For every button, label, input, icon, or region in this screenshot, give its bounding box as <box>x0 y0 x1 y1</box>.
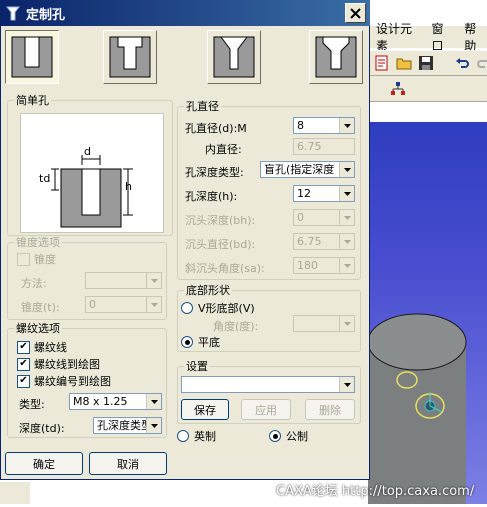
counterbore-countersink-hole-icon <box>315 36 357 78</box>
taper-value-label: 锥度(t): <box>21 301 60 314</box>
menu-bar: 设计元素 窗口 帮助 <box>368 22 487 53</box>
hole-diameter-label: 孔直径(d):M <box>185 122 247 135</box>
thread-depth-select[interactable]: 孔深度类型 <box>93 417 162 434</box>
counterbore-depth-select[interactable]: 0 <box>293 209 355 226</box>
depth-type-select[interactable]: 盲孔(指定深度 <box>260 161 355 178</box>
menu-help[interactable]: 帮助 <box>464 20 487 54</box>
countersink-angle-select[interactable]: 180 <box>293 257 355 274</box>
bottom-angle-select[interactable] <box>293 315 355 332</box>
taper-checkbox[interactable]: 锥度 <box>17 251 56 267</box>
thread-type-label: 类型: <box>19 398 45 411</box>
hole-type-counterbore-countersink-button[interactable] <box>309 30 363 84</box>
simple-hole-icon <box>11 36 53 78</box>
menu-window[interactable]: 窗口 <box>432 20 455 54</box>
v-bottom-radio[interactable]: V形底部(V) <box>181 300 255 316</box>
hole-depth-label: 孔深度(h): <box>185 190 238 203</box>
dialog-title: 定制孔 <box>26 7 66 23</box>
thread-to-drawing-checkbox[interactable]: ✔ 螺纹线到绘图 <box>17 356 100 372</box>
chevron-down-icon <box>343 382 351 387</box>
taper-method-select[interactable] <box>85 272 162 289</box>
chevron-down-icon <box>150 423 158 428</box>
hole-type-counterbore-button[interactable] <box>103 30 157 84</box>
imperial-radio[interactable]: 英制 <box>177 428 216 444</box>
counterbore-diameter-label: 沉头直径(bd): <box>185 238 256 251</box>
counterbore-hole-icon <box>109 36 151 78</box>
hole-type-simple-button[interactable] <box>5 30 59 84</box>
bottom-shape-legend: 底部形状 <box>186 284 230 297</box>
hole-type-countersink-button[interactable] <box>207 30 261 84</box>
tree-structure-icon[interactable] <box>390 81 406 97</box>
simple-hole-legend: 简单孔 <box>16 94 49 107</box>
diagram-label-td: td <box>39 172 51 185</box>
thread-line-checkbox[interactable]: ✔ 螺纹线 <box>17 339 67 355</box>
apply-settings-button[interactable]: 应用 <box>241 399 291 420</box>
chevron-down-icon <box>343 167 351 172</box>
save-icon[interactable] <box>418 55 434 71</box>
chevron-down-icon <box>343 215 351 220</box>
thread-number-to-drawing-checkbox[interactable]: ✔ 螺纹编号到绘图 <box>17 373 111 389</box>
metric-radio[interactable]: 公制 <box>269 428 308 444</box>
bottom-angle-label: 角度(度): <box>213 320 259 333</box>
thread-type-select[interactable]: M8 x 1.25 <box>69 393 162 410</box>
thread-depth-label: 深度(td): <box>19 422 65 435</box>
counterbore-depth-label: 沉头深度(bh): <box>185 214 256 227</box>
close-icon <box>350 7 361 19</box>
status-strip <box>0 482 30 504</box>
thread-options-legend: 螺纹选项 <box>16 322 60 335</box>
new-file-icon[interactable] <box>374 55 390 71</box>
hole-diameter-select[interactable]: 8 <box>293 117 355 134</box>
diagram-label-d: d <box>84 145 91 158</box>
redo-icon[interactable] <box>476 55 487 71</box>
depth-type-label: 孔深度类型: <box>185 166 244 179</box>
save-settings-button[interactable]: 保存 <box>181 399 229 420</box>
hole-diameter-legend: 孔直径 <box>186 100 219 113</box>
chevron-down-icon <box>150 399 158 404</box>
chevron-down-icon <box>343 239 351 244</box>
flat-bottom-radio[interactable]: 平底 <box>181 334 220 350</box>
3d-viewport[interactable] <box>367 122 487 504</box>
delete-settings-button[interactable]: 删除 <box>305 399 355 420</box>
undo-icon[interactable] <box>454 55 470 71</box>
chevron-down-icon <box>343 321 351 326</box>
chevron-down-icon <box>150 278 158 283</box>
inner-diameter-label: 内直径: <box>205 143 242 156</box>
main-toolbar <box>368 50 487 76</box>
diagram-label-h: h <box>125 180 132 193</box>
taper-value-select[interactable]: 0 <box>85 296 162 313</box>
chevron-down-icon <box>150 302 158 307</box>
hole-depth-select[interactable]: 12 <box>293 185 355 202</box>
settings-select[interactable] <box>181 376 355 393</box>
open-folder-icon[interactable] <box>396 55 412 71</box>
menu-design-elements[interactable]: 设计元素 <box>376 20 422 54</box>
taper-options-legend: 锥度选项 <box>16 236 60 249</box>
secondary-toolbar <box>368 76 487 102</box>
forum-watermark: CAXA论坛 http://top.caxa.com/ <box>276 484 475 499</box>
chevron-down-icon <box>343 263 351 268</box>
ok-button[interactable]: 确定 <box>5 452 83 475</box>
settings-legend: 设置 <box>186 360 208 373</box>
taper-method-label: 方法: <box>21 277 47 290</box>
counterbore-diameter-select[interactable]: 6.75 <box>293 233 355 250</box>
countersink-icon <box>5 6 21 21</box>
cancel-button[interactable]: 取消 <box>89 452 167 475</box>
cylinder-model <box>367 313 467 504</box>
dialog-titlebar[interactable]: 定制孔 <box>1 0 370 26</box>
close-button[interactable] <box>345 3 366 23</box>
chevron-down-icon <box>343 191 351 196</box>
inner-diameter-field[interactable]: 6.75 <box>293 138 355 155</box>
countersink-hole-icon <box>213 36 255 78</box>
countersink-angle-label: 斜沉头角度(sa): <box>185 262 265 275</box>
chevron-down-icon <box>343 123 351 128</box>
custom-hole-dialog: 定制孔 简单孔 d td h 锥度选项 锥度 方法: 锥度(t): 0 螺纹选项… <box>0 0 370 480</box>
